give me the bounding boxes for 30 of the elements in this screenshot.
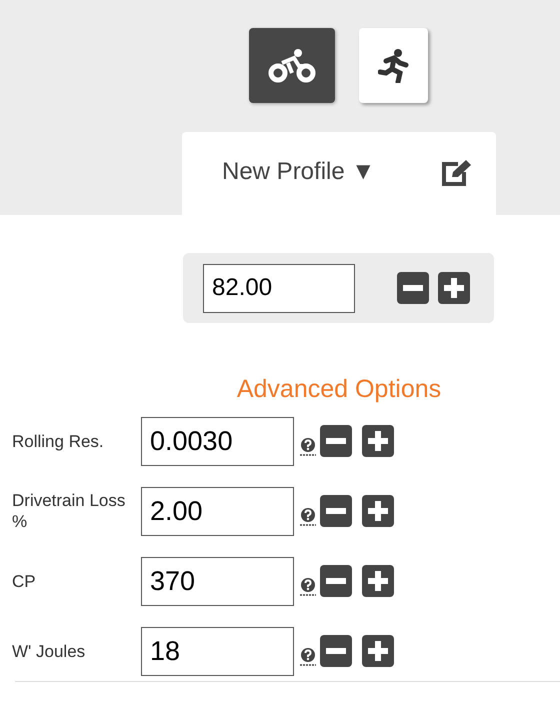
field-label: W' Joules <box>11 640 86 662</box>
sport-button[interactable] <box>359 28 428 103</box>
decrease-button[interactable] <box>320 565 352 597</box>
weight-field[interactable]: 82.00 <box>203 264 355 312</box>
help-icon[interactable] <box>300 647 316 667</box>
increase-button[interactable] <box>362 425 394 457</box>
sport-button[interactable] <box>249 28 335 103</box>
decrease-button[interactable] <box>397 272 429 304</box>
input-field[interactable]: 18 <box>141 626 294 676</box>
increase-button[interactable] <box>362 565 394 597</box>
help-icon[interactable] <box>300 507 316 527</box>
field-label: Drivetrain Loss % <box>11 490 126 532</box>
bicycle-icon <box>268 48 316 82</box>
help-icon[interactable] <box>300 437 316 457</box>
increase-button[interactable] <box>438 272 470 304</box>
input-field[interactable]: 2.00 <box>141 486 294 536</box>
advanced-options-heading: Advanced Options <box>236 375 442 404</box>
edit-icon[interactable] <box>440 160 472 188</box>
decrease-button[interactable] <box>320 495 352 527</box>
decrease-button[interactable] <box>320 635 352 667</box>
input-field[interactable]: 0.0030 <box>141 416 294 466</box>
input-field[interactable]: 370 <box>141 556 294 606</box>
field-label: CP <box>11 570 37 592</box>
decrease-button[interactable] <box>320 425 352 457</box>
field-label: Rolling Res. <box>11 430 105 452</box>
profile-dropdown[interactable]: New Profile ▼ <box>222 158 376 186</box>
runner-icon <box>378 48 410 82</box>
help-icon[interactable] <box>300 577 316 597</box>
increase-button[interactable] <box>362 635 394 667</box>
increase-button[interactable] <box>362 495 394 527</box>
